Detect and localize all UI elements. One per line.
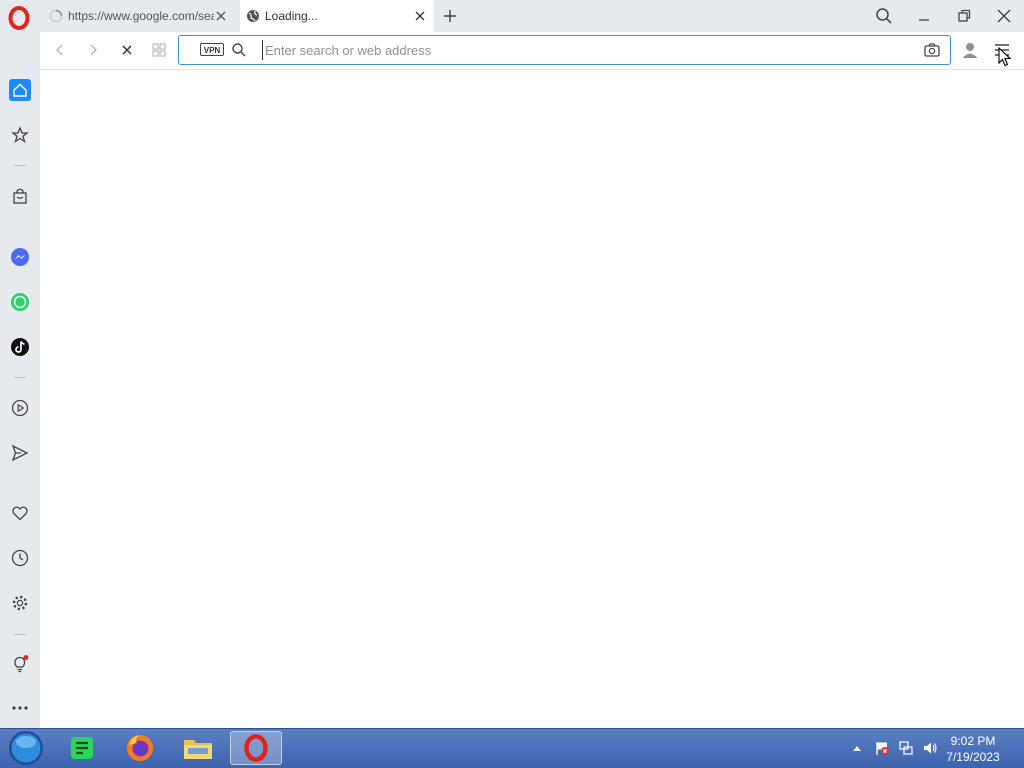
firefox-icon[interactable] — [114, 731, 166, 765]
taskbar-clock[interactable]: 9:02 PM 7/19/2023 — [938, 733, 1008, 765]
network-icon[interactable] — [898, 740, 914, 756]
clock-time: 9:02 PM — [950, 734, 996, 748]
vpn-badge[interactable]: VPN — [200, 43, 224, 56]
mouse-cursor-icon — [998, 47, 1012, 67]
opera-menu-icon[interactable] — [7, 6, 31, 30]
messenger-icon[interactable] — [9, 246, 31, 268]
close-window-icon[interactable] — [994, 6, 1014, 26]
profile-avatar-icon[interactable] — [960, 40, 980, 60]
search-tabs-icon[interactable] — [874, 6, 894, 26]
sidebar-separator — [14, 377, 26, 378]
more-icon[interactable] — [9, 697, 31, 719]
tab-loading[interactable]: Loading... — [240, 0, 434, 32]
volume-icon[interactable] — [922, 740, 938, 756]
tab-title: Loading... — [265, 9, 318, 23]
close-tab-icon[interactable] — [213, 8, 229, 24]
heart-icon[interactable] — [9, 502, 31, 524]
minimize-icon[interactable] — [914, 6, 934, 26]
show-hidden-icons-icon[interactable] — [852, 744, 862, 752]
file-explorer-icon[interactable] — [172, 731, 224, 765]
shopping-bag-icon[interactable] — [9, 185, 31, 207]
forward-icon[interactable] — [85, 42, 101, 58]
sidebar-separator — [14, 634, 26, 635]
stop-loading-icon[interactable] — [119, 42, 135, 58]
address-input[interactable] — [262, 40, 905, 60]
restore-icon[interactable] — [954, 6, 974, 26]
clock-date: 7/19/2023 — [946, 750, 1000, 764]
opera-icon[interactable] — [230, 731, 282, 765]
home-icon[interactable] — [9, 79, 31, 101]
page-content[interactable] — [40, 70, 1024, 728]
tab-overview-icon[interactable] — [151, 42, 167, 58]
loading-spinner-icon — [49, 9, 63, 23]
start-orb-icon[interactable] — [6, 729, 46, 767]
send-icon[interactable] — [9, 442, 31, 464]
settings-icon[interactable] — [9, 592, 31, 614]
player-icon[interactable] — [9, 397, 31, 419]
tab-title: https://www.google.com/search — [68, 9, 214, 23]
action-center-flag-icon[interactable] — [874, 740, 890, 756]
star-icon[interactable] — [9, 124, 31, 146]
history-icon[interactable] — [9, 547, 31, 569]
tiktok-icon[interactable] — [9, 336, 31, 358]
sidebar-separator — [14, 165, 26, 166]
globe-icon — [246, 9, 260, 23]
close-tab-icon[interactable] — [412, 8, 428, 24]
camera-icon[interactable] — [923, 41, 941, 59]
back-icon[interactable] — [52, 42, 68, 58]
lightbulb-icon[interactable] — [9, 653, 31, 675]
new-tab-icon[interactable] — [441, 7, 459, 25]
tab-google-search[interactable]: https://www.google.com/search — [40, 0, 238, 32]
whatsapp-icon[interactable] — [9, 291, 31, 313]
search-icon — [231, 42, 247, 58]
notes-icon[interactable] — [56, 731, 108, 765]
